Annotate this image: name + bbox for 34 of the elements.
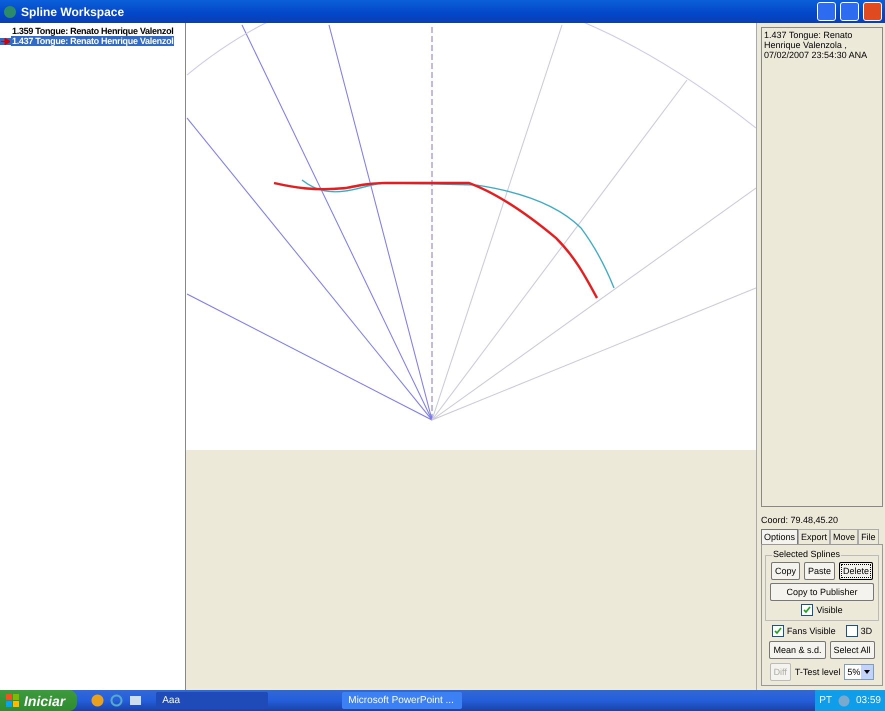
action-button[interactable]: Paste bbox=[804, 562, 835, 580]
tab[interactable]: File bbox=[858, 529, 879, 544]
checkbox-label: Visible bbox=[816, 605, 843, 615]
spline-item[interactable]: 1.359 Tongue: Renato Henrique Valenzol bbox=[11, 26, 174, 36]
window-title: Spline Workspace bbox=[21, 4, 126, 18]
tab[interactable]: Move bbox=[830, 529, 858, 544]
info-text: 1.437 Tongue: Renato Henrique Valenzola , 07/02/2007 23:54:30 ANA bbox=[761, 27, 883, 507]
select-all-button[interactable]: Select All bbox=[830, 641, 875, 659]
windows-logo-icon bbox=[6, 694, 20, 708]
t-test-label: T-Test level bbox=[794, 667, 840, 677]
action-button[interactable]: Copy bbox=[770, 562, 800, 580]
t-test-select[interactable]: 5% bbox=[844, 664, 874, 680]
action-button[interactable]: Delete bbox=[839, 562, 874, 580]
checkbox-label: 3D bbox=[860, 626, 872, 636]
taskbar-button[interactable]: Aaa bbox=[156, 692, 268, 709]
checkbox-label: Fans Visible bbox=[786, 626, 836, 636]
checkbox[interactable] bbox=[801, 604, 814, 616]
start-button[interactable]: Iniciar bbox=[0, 690, 78, 711]
clock: 03:59 bbox=[856, 695, 881, 706]
mean-button[interactable]: Mean & s.d. bbox=[769, 641, 826, 659]
app-icon bbox=[3, 4, 17, 18]
tab[interactable]: Export bbox=[798, 529, 830, 544]
spline-item[interactable]: 1.437 Tongue: Renato Henrique Valenzol bbox=[11, 36, 174, 46]
restore-button[interactable] bbox=[840, 2, 859, 21]
checkbox[interactable] bbox=[846, 625, 858, 637]
close-button[interactable] bbox=[863, 2, 882, 21]
checkbox[interactable] bbox=[772, 625, 784, 637]
minimize-button[interactable] bbox=[817, 2, 836, 21]
taskbar-button[interactable]: Microsoft PowerPoint ... bbox=[342, 692, 462, 709]
caret-icon bbox=[864, 670, 870, 674]
group-title: Selected Splines bbox=[772, 549, 842, 559]
copy-to-publisher-button[interactable]: Copy to Publisher bbox=[770, 583, 874, 601]
coord-text: Coord: 79.48,45.20 bbox=[761, 515, 840, 525]
tab[interactable]: Options bbox=[761, 529, 798, 544]
